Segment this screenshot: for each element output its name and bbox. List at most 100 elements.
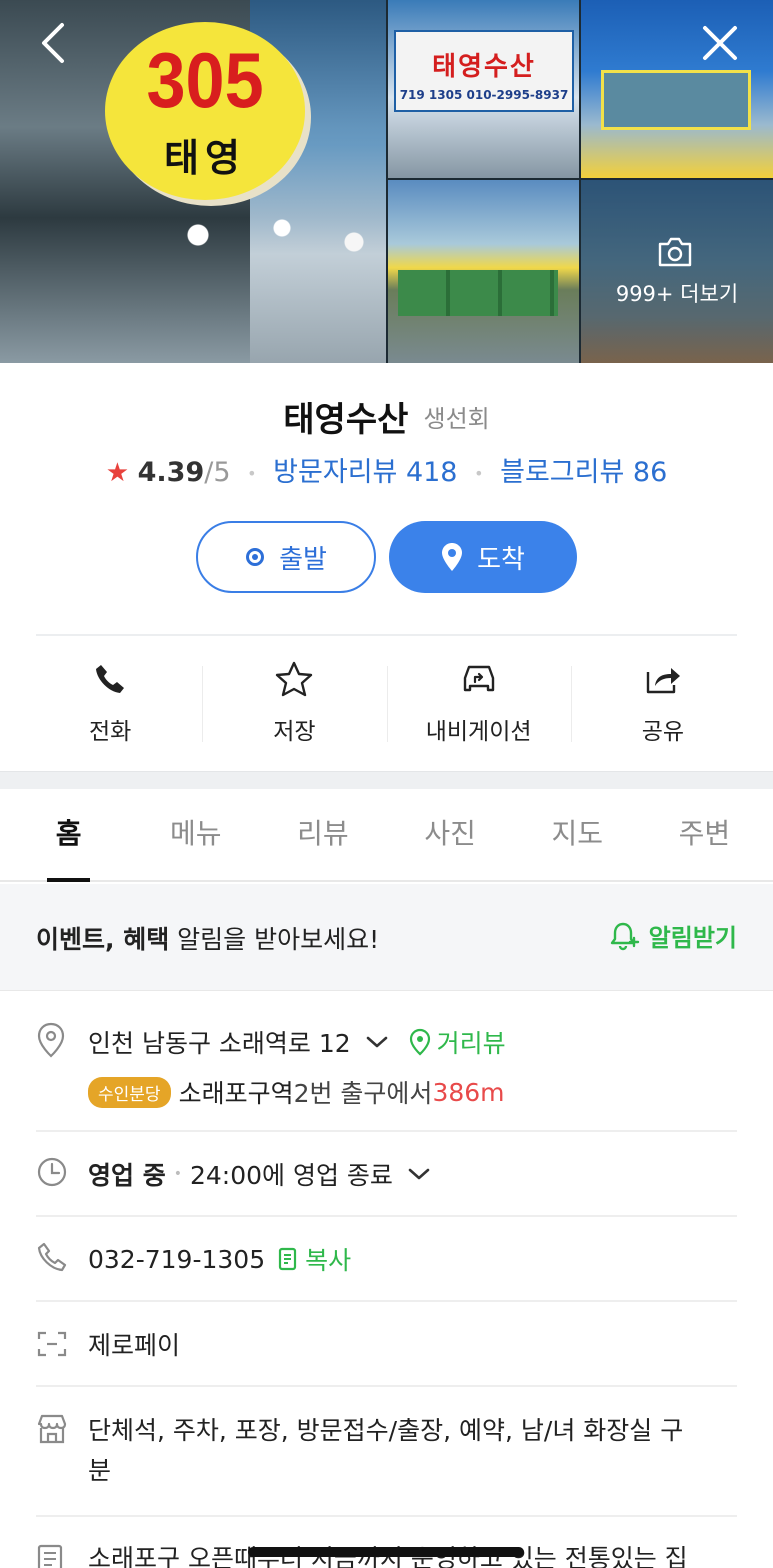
hours-block: 영업 중 • 24:00에 영업 종료 bbox=[88, 1156, 431, 1192]
copy-phone-button[interactable]: 복사 bbox=[277, 1241, 351, 1277]
bell-plus-icon bbox=[609, 921, 641, 951]
subway-line-badge: 수인분당 bbox=[88, 1076, 171, 1108]
street-view-icon bbox=[409, 1028, 431, 1056]
star-outline-icon bbox=[275, 656, 313, 702]
payment-row: 제로페이 bbox=[36, 1302, 737, 1387]
close-button[interactable] bbox=[697, 20, 743, 66]
start-button[interactable]: 출발 bbox=[196, 521, 376, 593]
tab-photos[interactable]: 사진 bbox=[387, 789, 514, 880]
board-name: 태영수산 bbox=[432, 52, 536, 82]
notification-banner: 이벤트, 혜택 알림을 받아보세요! 알림받기 bbox=[0, 884, 773, 991]
save-label: 저장 bbox=[273, 719, 316, 745]
sign-number: 305 bbox=[146, 35, 264, 124]
subscribe-alerts-button[interactable]: 알림받기 bbox=[609, 918, 737, 953]
exit-text: 2번 출구에서 bbox=[293, 1079, 433, 1108]
arrive-button[interactable]: 도착 bbox=[389, 521, 577, 593]
tab-nearby[interactable]: 주변 bbox=[641, 789, 768, 880]
subscribe-label: 알림받기 bbox=[648, 924, 737, 952]
address-block: 인천 남동구 소래역로 12 거리뷰 수인분당 소래포구역 2번 출구에서 38… bbox=[88, 1024, 506, 1110]
navigation-action[interactable]: 내비게이션 bbox=[386, 656, 571, 746]
call-label: 전화 bbox=[88, 719, 132, 745]
copy-label: 복사 bbox=[305, 1246, 352, 1275]
separator-dot: • bbox=[247, 464, 257, 483]
notice-rest: 알림을 받아보세요! bbox=[169, 925, 380, 954]
store-board: 태영수산 719 1305 010-2995-8937 bbox=[394, 30, 574, 112]
navigation-label: 내비게이션 bbox=[425, 719, 532, 745]
rating-max: /5 bbox=[204, 457, 231, 488]
action-bar: 전화 저장 내비게이션 공유 bbox=[18, 656, 755, 746]
place-name: 태영수산 bbox=[283, 400, 409, 440]
copy-icon bbox=[277, 1246, 299, 1272]
clock-icon bbox=[36, 1156, 68, 1188]
scan-pay-icon bbox=[36, 1330, 68, 1358]
store-icon bbox=[36, 1413, 68, 1445]
photo-lights bbox=[150, 200, 386, 270]
address-text[interactable]: 인천 남동구 소래역로 12 bbox=[88, 1024, 351, 1060]
location-pin-icon bbox=[36, 1022, 66, 1058]
share-label: 공유 bbox=[641, 719, 685, 745]
share-icon bbox=[644, 656, 682, 702]
star-icon: ★ bbox=[105, 458, 130, 488]
blog-reviews-link[interactable]: 블로그리뷰 86 bbox=[500, 457, 667, 488]
photo-thumbnail[interactable]: 태영수산 719 1305 010-2995-8937 bbox=[388, 0, 579, 178]
tab-home[interactable]: 홈 bbox=[5, 789, 132, 882]
facilities-row: 단체석, 주차, 포장, 방문접수/출장, 예약, 남/녀 화장실 구 분 bbox=[36, 1387, 737, 1517]
arrive-label: 도착 bbox=[477, 544, 525, 575]
fish-tank bbox=[601, 70, 751, 130]
street-view-link[interactable]: 거리뷰 bbox=[409, 1024, 506, 1060]
facilities-line: 단체석, 주차, 포장, 방문접수/출장, 예약, 남/녀 화장실 구 bbox=[88, 1416, 684, 1445]
save-action[interactable]: 저장 bbox=[202, 656, 386, 746]
chevron-left-icon bbox=[42, 23, 64, 63]
camera-icon bbox=[656, 236, 694, 272]
close-icon bbox=[703, 26, 737, 60]
rating-value: 4.39 bbox=[137, 457, 205, 488]
divider bbox=[36, 634, 737, 636]
phone-icon bbox=[93, 656, 127, 702]
street-view-label: 거리뷰 bbox=[436, 1029, 506, 1058]
start-label: 출발 bbox=[279, 544, 327, 575]
tab-menu[interactable]: 메뉴 bbox=[132, 789, 259, 880]
origin-dot-icon bbox=[245, 547, 265, 567]
visitor-reviews-link[interactable]: 방문자리뷰 418 bbox=[273, 457, 457, 488]
section-gap bbox=[0, 771, 773, 789]
tab-map[interactable]: 지도 bbox=[514, 789, 641, 880]
place-category: 생선회 bbox=[423, 405, 490, 433]
separator-dot: • bbox=[474, 464, 484, 483]
tab-bar: 홈 메뉴 리뷰 사진 지도 주변 bbox=[0, 789, 773, 882]
notice-bold: 이벤트, 혜택 bbox=[36, 925, 170, 954]
back-button[interactable] bbox=[30, 20, 76, 66]
tab-reviews[interactable]: 리뷰 bbox=[259, 789, 386, 880]
phone-row: 032-719-1305 복사 bbox=[36, 1217, 737, 1302]
phone-number[interactable]: 032-719-1305 bbox=[88, 1245, 265, 1274]
hours-text: 24:00에 영업 종료 bbox=[189, 1161, 393, 1190]
photo-thumbnail[interactable] bbox=[581, 0, 773, 178]
chevron-down-icon[interactable] bbox=[365, 1034, 389, 1050]
hours-row[interactable]: 영업 중 • 24:00에 영업 종료 bbox=[36, 1132, 737, 1217]
rating-row: ★ 4.39/5 • 방문자리뷰 418 • 블로그리뷰 86 bbox=[0, 450, 773, 489]
share-action[interactable]: 공유 bbox=[570, 656, 755, 746]
payment-text: 제로페이 bbox=[88, 1331, 181, 1360]
car-icon bbox=[460, 656, 498, 702]
sign-name: 태영 bbox=[164, 135, 246, 180]
photo-gallery[interactable]: 305 태영 태영수산 719 1305 010-2995-8937 999+ … bbox=[0, 0, 773, 363]
location-pin-icon bbox=[441, 542, 463, 572]
more-photos-link[interactable]: 999+ 더보기 bbox=[581, 278, 773, 308]
board-phone: 719 1305 010-2995-8937 bbox=[399, 88, 569, 102]
route-buttons: 출발 도착 bbox=[0, 521, 773, 593]
notice-text: 이벤트, 혜택 알림을 받아보세요! bbox=[36, 920, 379, 956]
facilities-text: 단체석, 주차, 포장, 방문접수/출장, 예약, 남/녀 화장실 구 분 bbox=[88, 1411, 683, 1491]
place-title: 태영수산 생선회 bbox=[0, 392, 773, 441]
phone-block: 032-719-1305 복사 bbox=[88, 1241, 351, 1277]
call-action[interactable]: 전화 bbox=[18, 656, 202, 746]
open-status: 영업 중 bbox=[88, 1161, 166, 1190]
separator-dot: • bbox=[173, 1166, 182, 1182]
facilities-line: 분 bbox=[88, 1456, 112, 1485]
chevron-down-icon[interactable] bbox=[407, 1166, 431, 1182]
seafood-crates bbox=[398, 270, 558, 316]
photo-thumbnail[interactable] bbox=[388, 180, 579, 363]
description-row: 소래포구 오픈때부터 지금까지 운영하고 있는 전통있는 집 bbox=[36, 1517, 737, 1568]
document-icon bbox=[36, 1543, 66, 1568]
phone-icon bbox=[36, 1241, 68, 1273]
station-name: 소래포구역 bbox=[178, 1079, 294, 1108]
home-indicator[interactable] bbox=[248, 1547, 524, 1557]
